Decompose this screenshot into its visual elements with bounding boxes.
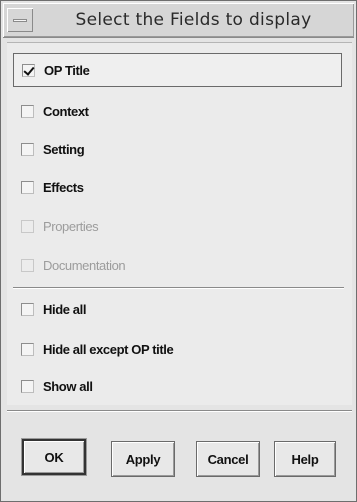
show-all-label: Show all — [43, 378, 93, 394]
field-option-documentation: Documentation — [21, 254, 126, 276]
setting-checkbox[interactable] — [21, 142, 34, 156]
hide-all-label: Hide all — [43, 301, 87, 317]
setting-label: Setting — [43, 141, 85, 157]
hide-all-except-op-title-checkbox[interactable] — [21, 342, 34, 356]
options-divider — [13, 287, 344, 289]
option-hide-all[interactable]: Hide all — [21, 298, 86, 320]
cancel-button[interactable]: Cancel — [196, 441, 260, 477]
documentation-checkbox — [21, 258, 34, 272]
hide-all-except-op-title-label: Hide all except OP title — [43, 341, 174, 357]
window-menu-icon — [13, 19, 27, 22]
effects-label: Effects — [43, 179, 84, 195]
button-bar-separator — [7, 410, 352, 412]
op-title-label: OP Title — [44, 62, 90, 78]
button-bar: OK Apply Cancel Help — [7, 413, 352, 497]
op-title-checkbox[interactable] — [22, 63, 35, 77]
apply-button[interactable]: Apply — [111, 441, 175, 477]
effects-checkbox[interactable] — [21, 180, 34, 194]
properties-label: Properties — [43, 218, 99, 234]
ok-button[interactable]: OK — [22, 439, 86, 475]
hide-all-checkbox[interactable] — [21, 302, 34, 316]
help-button[interactable]: Help — [274, 441, 336, 477]
option-hide-all-except-op-title[interactable]: Hide all except OP title — [21, 338, 174, 360]
documentation-label: Documentation — [43, 257, 126, 273]
field-option-setting[interactable]: Setting — [21, 138, 85, 160]
context-checkbox[interactable] — [21, 104, 34, 118]
field-option-effects[interactable]: Effects — [21, 176, 84, 198]
field-options-panel: OP Title Context Setting Effects Propert… — [7, 42, 352, 405]
field-option-context[interactable]: Context — [21, 100, 89, 122]
window-title: Select the Fields to display — [75, 10, 312, 30]
title-bar[interactable]: Select the Fields to display — [3, 3, 354, 38]
field-option-op-title[interactable]: OP Title — [13, 53, 342, 87]
select-fields-dialog: Select the Fields to display OP Title Co… — [0, 0, 357, 502]
context-label: Context — [43, 103, 89, 119]
option-show-all[interactable]: Show all — [21, 375, 93, 397]
show-all-checkbox[interactable] — [21, 379, 34, 393]
field-option-properties: Properties — [21, 215, 99, 237]
properties-checkbox — [21, 219, 34, 233]
window-menu-button[interactable] — [7, 8, 33, 32]
